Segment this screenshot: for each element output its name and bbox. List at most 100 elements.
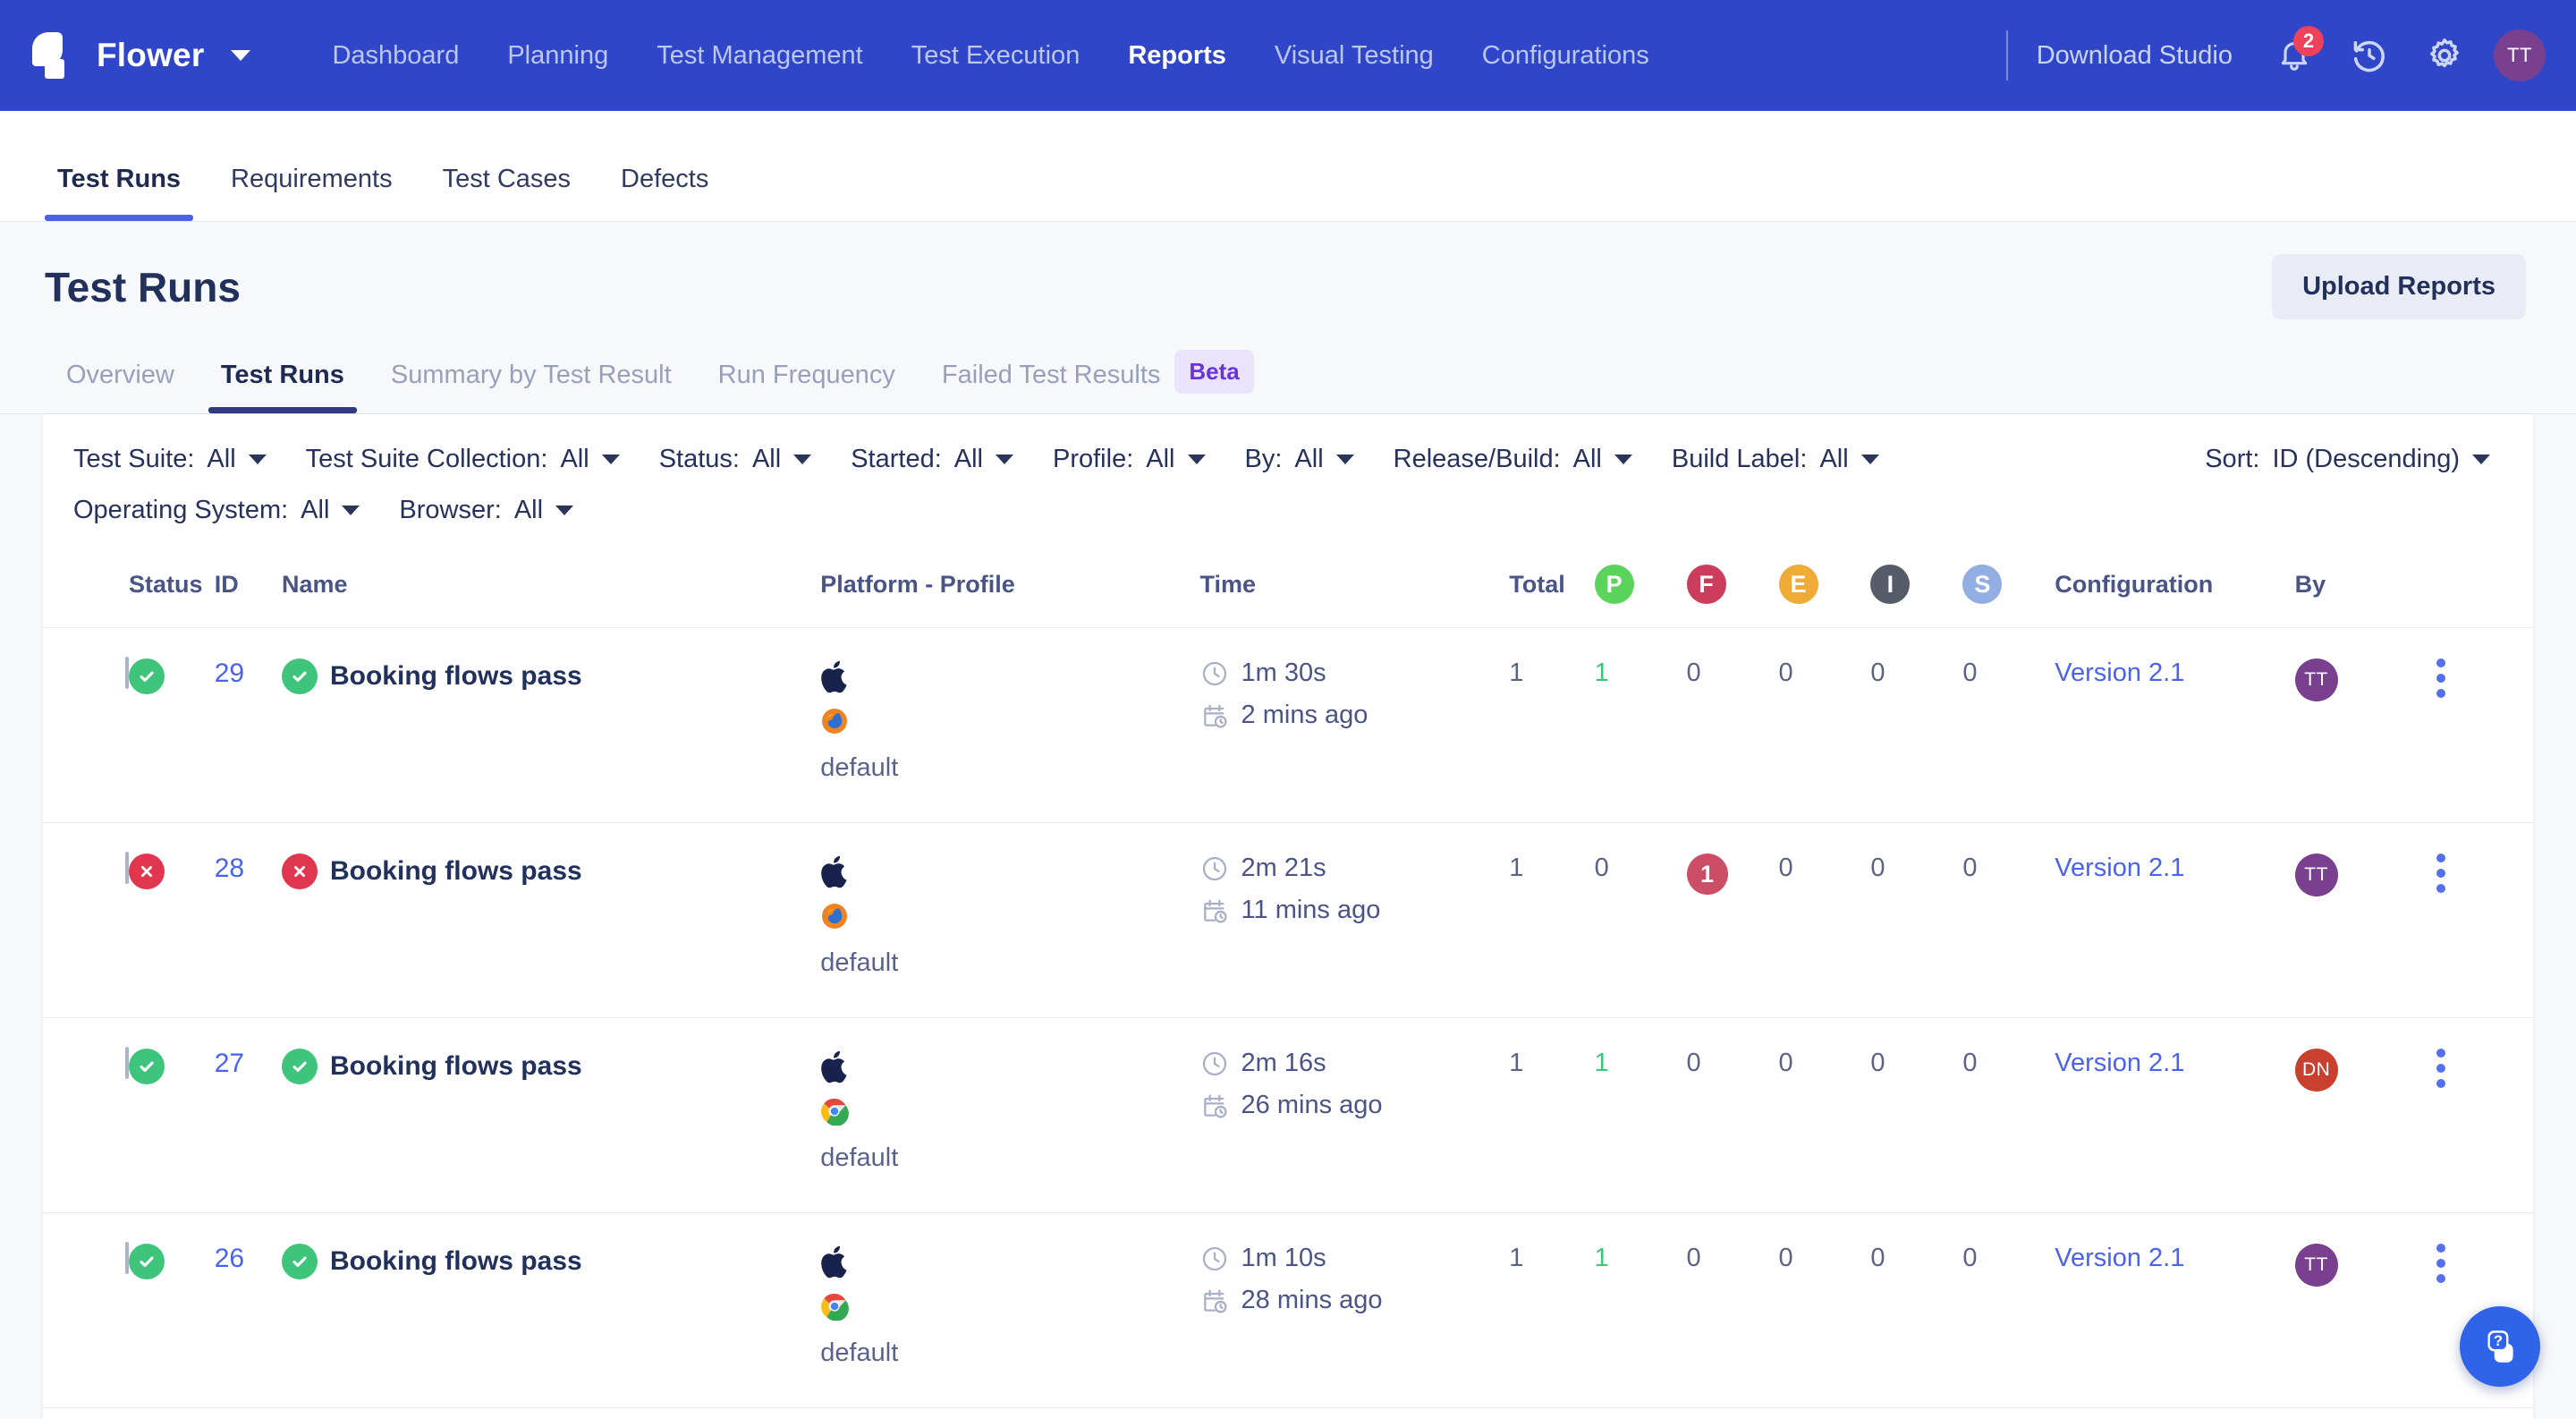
row-configuration-link[interactable]: Version 2.1 — [2055, 854, 2184, 882]
table-row[interactable]: 25Booking flows passdefault2m 39s35 mins… — [43, 1407, 2533, 1419]
firefox-icon — [822, 709, 848, 734]
column-by[interactable]: By — [2294, 550, 2436, 628]
row-duration: 2m 21s — [1241, 854, 1326, 882]
status-fail-icon — [129, 854, 165, 889]
tab-run-frequency[interactable]: Run Frequency — [695, 361, 919, 413]
download-studio-link[interactable]: Download Studio — [2037, 41, 2233, 71]
row-id-link[interactable]: 29 — [215, 659, 244, 688]
tab-failed-test-results[interactable]: Failed Test Results — [919, 361, 1183, 413]
row-checkbox[interactable] — [125, 1242, 129, 1274]
filter-status[interactable]: Status: All — [640, 434, 832, 485]
brand-selector[interactable]: Flower — [32, 32, 251, 79]
row-error: 0 — [1778, 627, 1871, 823]
filter-by[interactable]: By: All — [1225, 434, 1374, 485]
filter-profile[interactable]: Profile: All — [1033, 434, 1225, 485]
row-checkbox[interactable] — [125, 657, 129, 689]
nav-item-reports[interactable]: Reports — [1104, 0, 1250, 111]
filter-sort[interactable]: Sort: ID (Descending) — [2185, 434, 2510, 485]
tab-overview[interactable]: Overview — [43, 361, 198, 413]
nav-item-test-execution[interactable]: Test Execution — [887, 0, 1105, 111]
settings-button[interactable] — [2417, 28, 2472, 83]
subnav-item-defects[interactable]: Defects — [596, 165, 733, 221]
column-skipped[interactable]: S — [1962, 550, 2055, 628]
column-id[interactable]: ID — [214, 550, 282, 628]
nav-item-test-management[interactable]: Test Management — [632, 0, 887, 111]
notifications-button[interactable]: 2 — [2267, 26, 2324, 83]
row-configuration-link[interactable]: Version 2.1 — [2055, 659, 2184, 687]
column-configuration[interactable]: Configuration — [2055, 550, 2295, 628]
filter-sort-label: Sort: — [2205, 445, 2260, 473]
apple-icon — [821, 1050, 847, 1083]
column-error[interactable]: E — [1778, 550, 1871, 628]
clock-icon — [1202, 1051, 1226, 1075]
table-row[interactable]: 26 Booking flows pass default 1m 10s 28 mins… — [43, 1212, 2533, 1408]
column-total[interactable]: Total — [1509, 550, 1595, 628]
help-chat-button[interactable]: ? — [2460, 1306, 2540, 1387]
row-total: 1 — [1509, 1212, 1595, 1408]
row-checkbox[interactable] — [125, 852, 129, 884]
filter-browser[interactable]: Browser: All — [379, 485, 593, 536]
row-configuration-link[interactable]: Version 2.1 — [2055, 1049, 2184, 1077]
nav-item-visual-testing[interactable]: Visual Testing — [1250, 0, 1458, 111]
user-avatar[interactable]: TT — [2494, 30, 2546, 81]
filter-test-suite-collection[interactable]: Test Suite Collection: All — [286, 434, 640, 485]
filter-build-label-value: All — [1819, 445, 1849, 473]
column-platform-profile[interactable]: Platform - Profile — [820, 550, 1200, 628]
column-passed[interactable]: P — [1594, 550, 1687, 628]
row-actions-menu[interactable] — [2436, 854, 2447, 893]
filter-build-label[interactable]: Build Label: All — [1652, 434, 1899, 485]
history-button[interactable] — [2342, 28, 2397, 83]
filter-test-suite[interactable]: Test Suite: All — [54, 434, 286, 485]
row-actions-menu[interactable] — [2436, 659, 2447, 698]
column-incomplete[interactable]: I — [1870, 550, 1963, 628]
subnav-item-test-runs[interactable]: Test Runs — [32, 165, 206, 221]
column-failed[interactable]: F — [1686, 550, 1779, 628]
nav-item-configurations[interactable]: Configurations — [1458, 0, 1674, 111]
row-configuration-link[interactable]: Version 2.1 — [2055, 1244, 2184, 1272]
tab-test-runs[interactable]: Test Runs — [198, 361, 368, 413]
row-status — [129, 1212, 215, 1408]
row-duration: 2m 16s — [1241, 1049, 1326, 1077]
error-pill-icon: E — [1778, 565, 1818, 604]
subnav-item-test-cases[interactable]: Test Cases — [418, 165, 596, 221]
table-row[interactable]: 29 Booking flows pass default 1m 30s 2 mins … — [43, 627, 2533, 823]
row-error: 0 — [1778, 1212, 1871, 1408]
row-name-link[interactable]: Booking flows pass — [330, 1051, 582, 1082]
table-row[interactable]: 28 Booking flows pass default 2m 21s 11 mins… — [43, 822, 2533, 1018]
row-avatar[interactable]: DN — [2294, 1049, 2338, 1092]
filter-test-suite-label: Test Suite: — [73, 445, 195, 473]
row-name-link[interactable]: Booking flows pass — [330, 1246, 582, 1277]
row-avatar[interactable]: TT — [2294, 854, 2338, 896]
row-actions-menu[interactable] — [2436, 1049, 2447, 1088]
row-id-link[interactable]: 27 — [215, 1049, 244, 1078]
nav-item-planning[interactable]: Planning — [483, 0, 632, 111]
column-name[interactable]: Name — [281, 550, 821, 628]
row-actions-menu[interactable] — [2436, 1244, 2447, 1283]
filter-operating-system[interactable]: Operating System: All — [54, 485, 379, 536]
filter-operating-system-value: All — [301, 496, 330, 524]
row-id-link[interactable]: 26 — [215, 1244, 244, 1273]
chevron-down-icon — [601, 455, 620, 464]
filter-browser-value: All — [513, 496, 544, 524]
nav-item-dashboard[interactable]: Dashboard — [308, 0, 483, 111]
row-incomplete: 0 — [1870, 822, 1963, 1018]
row-id-link[interactable]: 28 — [215, 854, 244, 883]
row-checkbox[interactable] — [125, 1047, 129, 1079]
column-status[interactable]: Status — [129, 550, 215, 628]
row-name-link[interactable]: Booking flows pass — [330, 661, 582, 692]
upload-reports-button[interactable]: Upload Reports — [2272, 254, 2526, 319]
table-row[interactable]: 27 Booking flows pass default 2m 16s 26 mins… — [43, 1017, 2533, 1213]
apple-icon — [821, 855, 847, 888]
row-avatar[interactable]: TT — [2294, 659, 2338, 701]
filter-browser-label: Browser: — [399, 496, 502, 524]
filter-started[interactable]: Started: All — [831, 434, 1033, 485]
filter-release-build[interactable]: Release/Build: All — [1374, 434, 1652, 485]
row-name-link[interactable]: Booking flows pass — [330, 856, 582, 887]
tab-summary-by-test-result[interactable]: Summary by Test Result — [368, 361, 695, 413]
clock-icon — [1202, 856, 1226, 880]
row-avatar[interactable]: TT — [2294, 1244, 2338, 1287]
column-time[interactable]: Time — [1199, 550, 1510, 628]
chevron-down-icon[interactable] — [231, 50, 251, 61]
subnav-item-requirements[interactable]: Requirements — [206, 165, 418, 221]
row-passed: 0 — [1594, 822, 1687, 1018]
